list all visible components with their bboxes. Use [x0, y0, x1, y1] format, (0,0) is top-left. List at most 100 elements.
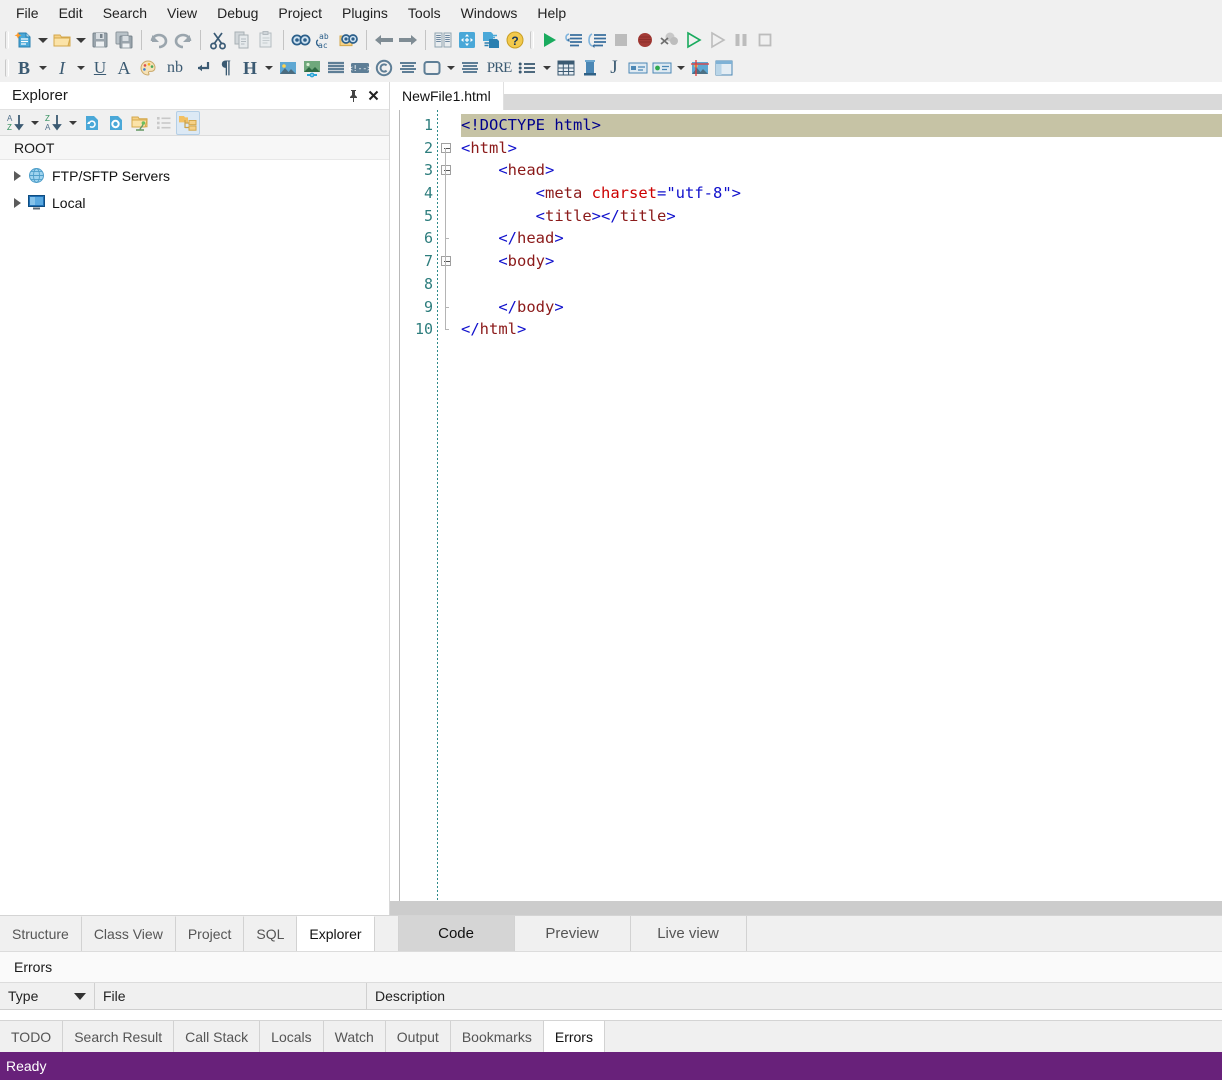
expand-collapse-arrow-icon[interactable] — [8, 194, 26, 212]
code-line[interactable]: <body> — [461, 250, 1222, 273]
step-into-icon[interactable] — [585, 28, 609, 52]
columns-icon[interactable] — [431, 28, 455, 52]
expand-collapse-arrow-icon[interactable] — [8, 167, 26, 185]
code-line[interactable]: </body> — [461, 296, 1222, 319]
run-icon[interactable] — [537, 28, 561, 52]
code-line[interactable]: </head> — [461, 227, 1222, 250]
blockquote-icon[interactable] — [458, 56, 482, 80]
toolbar-grip[interactable] — [527, 29, 536, 51]
panel-tab-class-view[interactable]: Class View — [82, 916, 176, 951]
tree-item-ftp-sftp-servers[interactable]: FTP/SFTP Servers — [0, 162, 389, 189]
align-center-icon[interactable] — [396, 56, 420, 80]
menu-item-tools[interactable]: Tools — [398, 2, 451, 24]
collapse-box-icon[interactable] — [441, 165, 451, 175]
menu-item-edit[interactable]: Edit — [49, 2, 93, 24]
toolbar-grip[interactable] — [2, 29, 11, 51]
sort-ascending-dropdown-caret[interactable] — [28, 111, 42, 135]
code-folding-column[interactable] — [439, 110, 453, 901]
dock-tab-todo[interactable]: TODO — [0, 1021, 63, 1052]
nbsp-icon[interactable]: nb — [160, 56, 190, 80]
fold-toggle-icon[interactable] — [439, 137, 453, 160]
code-line[interactable]: <!DOCTYPE html> — [461, 114, 1222, 137]
sort-ascending-icon[interactable]: A Z — [4, 111, 28, 135]
back-arrow-icon[interactable] — [372, 28, 396, 52]
view-mode-tab-preview[interactable]: Preview — [515, 916, 631, 951]
table-icon[interactable] — [554, 56, 578, 80]
view-mode-tab-live-view[interactable]: Live view — [631, 916, 747, 951]
close-icon[interactable] — [363, 86, 383, 106]
forward-arrow-icon[interactable] — [396, 28, 420, 52]
save-icon[interactable] — [88, 28, 112, 52]
new-file-dropdown-caret[interactable] — [36, 28, 50, 52]
menu-item-project[interactable]: Project — [268, 2, 332, 24]
stop-icon[interactable] — [609, 28, 633, 52]
panel-tab-structure[interactable]: Structure — [0, 916, 82, 951]
paste-icon[interactable] — [254, 28, 278, 52]
copy-icon[interactable] — [230, 28, 254, 52]
form-dropdown-caret[interactable] — [674, 56, 688, 80]
code-line[interactable]: <meta charset="utf-8"> — [461, 182, 1222, 205]
step-over-icon[interactable] — [561, 28, 585, 52]
run-to-cursor-icon[interactable] — [705, 28, 729, 52]
collapse-box-icon[interactable] — [441, 143, 451, 153]
italic-icon[interactable]: I — [50, 56, 74, 80]
list-icon[interactable] — [516, 56, 540, 80]
list-view-icon[interactable] — [152, 111, 176, 135]
code-line[interactable]: <head> — [461, 159, 1222, 182]
dock-tab-locals[interactable]: Locals — [260, 1021, 323, 1052]
tree-item-local[interactable]: Local — [0, 189, 389, 216]
bold-icon[interactable]: B — [12, 56, 36, 80]
menu-item-view[interactable]: View — [157, 2, 207, 24]
open-dropdown-caret[interactable] — [74, 28, 88, 52]
dock-tab-call-stack[interactable]: Call Stack — [174, 1021, 260, 1052]
menu-item-windows[interactable]: Windows — [451, 2, 528, 24]
div-icon[interactable] — [420, 56, 444, 80]
color-palette-icon[interactable] — [136, 56, 160, 80]
help-icon[interactable]: ? — [503, 28, 527, 52]
collapse-box-icon[interactable] — [441, 256, 451, 266]
settings-icon[interactable] — [104, 111, 128, 135]
sort-descending-dropdown-caret[interactable] — [66, 111, 80, 135]
sort-descending-caret-icon[interactable] — [74, 993, 86, 1000]
breakpoint-icon[interactable] — [633, 28, 657, 52]
tree-view-icon[interactable] — [176, 111, 200, 135]
menu-item-search[interactable]: Search — [93, 2, 157, 24]
save-all-icon[interactable] — [112, 28, 136, 52]
remove-breakpoints-icon[interactable] — [657, 28, 681, 52]
heading-dropdown-caret[interactable] — [262, 56, 276, 80]
pause-icon[interactable] — [729, 28, 753, 52]
paragraph-icon[interactable]: ¶ — [214, 56, 238, 80]
code-line[interactable] — [461, 273, 1222, 296]
view-mode-tab-code[interactable]: Code — [399, 916, 515, 951]
form-input-icon[interactable] — [626, 56, 650, 80]
find-icon[interactable] — [289, 28, 313, 52]
dock-tab-output[interactable]: Output — [386, 1021, 451, 1052]
image-icon[interactable] — [276, 56, 300, 80]
code-line[interactable]: <title></title> — [461, 205, 1222, 228]
copyright-icon[interactable] — [372, 56, 396, 80]
frames-icon[interactable] — [712, 56, 736, 80]
menu-item-file[interactable]: File — [6, 2, 49, 24]
line-break-icon[interactable] — [190, 56, 214, 80]
form-select-icon[interactable] — [650, 56, 674, 80]
undo-icon[interactable] — [147, 28, 171, 52]
justify-icon[interactable]: J — [602, 56, 626, 80]
errors-column-type[interactable]: Type — [0, 983, 95, 1009]
errors-column-description[interactable]: Description — [367, 983, 1222, 1009]
comment-icon[interactable]: <!--> — [348, 56, 372, 80]
dock-tab-errors[interactable]: Errors — [544, 1021, 605, 1052]
refresh-icon[interactable] — [80, 111, 104, 135]
underline-icon[interactable]: U — [88, 56, 112, 80]
code-line[interactable]: </html> — [461, 318, 1222, 341]
menu-item-plugins[interactable]: Plugins — [332, 2, 398, 24]
pin-icon[interactable] — [343, 86, 363, 106]
image-link-icon[interactable] — [300, 56, 324, 80]
code-line[interactable]: <html> — [461, 137, 1222, 160]
open-folder-link-icon[interactable] — [128, 111, 152, 135]
italic-dropdown-caret[interactable] — [74, 56, 88, 80]
dock-tab-search-result[interactable]: Search Result — [63, 1021, 174, 1052]
errors-column-file[interactable]: File — [95, 983, 367, 1009]
dock-tab-bookmarks[interactable]: Bookmarks — [451, 1021, 544, 1052]
fold-toggle-icon[interactable] — [439, 250, 453, 273]
toolbar-grip[interactable] — [2, 57, 11, 79]
